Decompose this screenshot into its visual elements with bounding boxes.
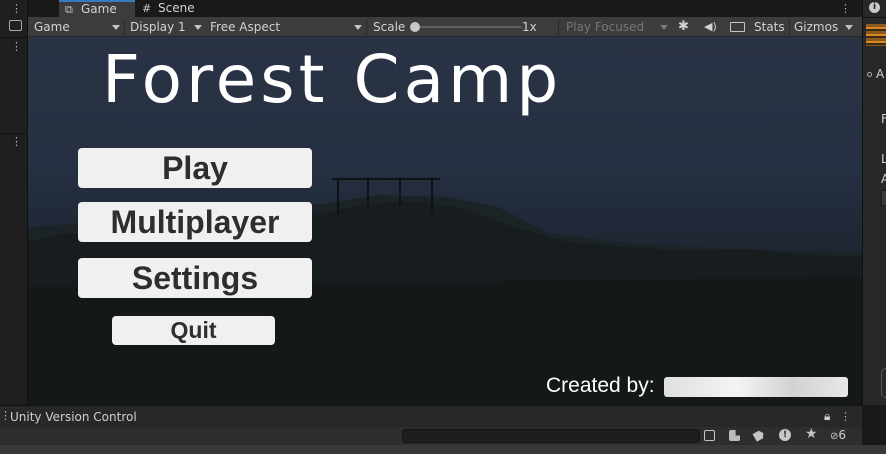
multiplayer-button[interactable]: Multiplayer bbox=[78, 202, 312, 242]
panel-menu-dots-icon[interactable]: ⋮ bbox=[840, 411, 851, 422]
asset-preview-thumbnail bbox=[866, 24, 886, 46]
hidden-count-badge[interactable]: ⊘6 bbox=[830, 428, 846, 442]
chevron-down-icon bbox=[112, 25, 120, 30]
game-title: Forest Camp bbox=[102, 41, 563, 118]
version-control-header: ⋮ Unity Version Control 🔒︎ ⋮ bbox=[0, 405, 862, 427]
play-button[interactable]: Play bbox=[78, 148, 312, 188]
inspector-field[interactable] bbox=[881, 368, 886, 398]
favorites-star-icon[interactable]: ★ bbox=[805, 426, 818, 442]
mode-label: Game bbox=[34, 20, 70, 34]
quit-button[interactable]: Quit bbox=[112, 316, 275, 345]
inspector-label: A bbox=[881, 172, 886, 186]
credit-name-redacted bbox=[664, 377, 848, 397]
inspector-label: F bbox=[881, 112, 886, 126]
divider bbox=[863, 17, 886, 18]
panel-menu-dots-icon[interactable]: ⋮ bbox=[11, 3, 22, 14]
left-panel-strip: ⋮ ⋮ ⋮ bbox=[0, 0, 28, 405]
display-label: Display 1 bbox=[130, 20, 186, 34]
tab-scene[interactable]: # Scene bbox=[136, 0, 206, 17]
filter-icon[interactable] bbox=[704, 430, 715, 441]
toolbar-divider bbox=[124, 19, 125, 35]
layout-icon[interactable] bbox=[9, 20, 22, 31]
tab-scene-label: Scene bbox=[158, 1, 195, 15]
panel-divider bbox=[0, 37, 28, 38]
audio-icon[interactable]: ◀) bbox=[704, 17, 717, 37]
game-view-viewport[interactable]: Forest Camp Play Multiplayer Settings Qu… bbox=[28, 37, 862, 405]
search-input[interactable] bbox=[402, 429, 700, 443]
settings-button[interactable]: Settings bbox=[78, 258, 312, 298]
scale-label: Scale bbox=[373, 20, 406, 34]
info-icon[interactable]: i bbox=[869, 2, 880, 13]
aspect-label: Free Aspect bbox=[210, 20, 281, 34]
toolbar-divider bbox=[558, 19, 559, 35]
credit-text: Created by: bbox=[546, 374, 655, 397]
gizmos-chevron-down-icon[interactable] bbox=[845, 25, 853, 30]
keyboard-icon[interactable] bbox=[730, 22, 745, 32]
aspect-dropdown[interactable]: Free Aspect bbox=[210, 17, 364, 37]
stats-button[interactable]: Stats bbox=[754, 17, 785, 37]
toolbar-divider bbox=[789, 19, 790, 35]
inspector-field[interactable] bbox=[881, 190, 886, 206]
version-control-content bbox=[0, 445, 886, 454]
panel-divider bbox=[0, 133, 28, 134]
bug-icon[interactable]: ✱ bbox=[678, 17, 689, 37]
scale-slider-handle[interactable] bbox=[410, 22, 420, 32]
chevron-down-icon bbox=[660, 25, 668, 30]
toolbar-divider bbox=[366, 19, 367, 35]
scale-slider-track[interactable] bbox=[414, 26, 522, 28]
tab-game-label: Game bbox=[81, 2, 117, 16]
gamepad-icon: ⧉ bbox=[65, 3, 73, 16]
tab-game[interactable]: ⧉ Game bbox=[59, 0, 135, 17]
grid-icon: # bbox=[142, 2, 152, 15]
play-focused-dropdown[interactable]: Play Focused bbox=[566, 17, 672, 37]
lock-icon[interactable]: 🔒︎ bbox=[824, 409, 830, 424]
inspector-panel-strip: i A F L A bbox=[862, 0, 886, 405]
chevron-down-icon bbox=[194, 25, 202, 30]
version-control-title[interactable]: Unity Version Control bbox=[10, 410, 137, 424]
play-focused-label: Play Focused bbox=[566, 20, 645, 34]
game-toolbar: Game Display 1 Free Aspect Scale 1x Play… bbox=[28, 17, 862, 37]
error-icon[interactable]: ! bbox=[779, 429, 791, 441]
inspector-label: L bbox=[881, 152, 886, 166]
tab-bar: ⧉ Game # Scene ⋮ bbox=[28, 0, 862, 17]
scale-value: 1x bbox=[522, 20, 537, 34]
panel-menu-dots-icon[interactable]: ⋮ bbox=[11, 136, 22, 147]
inspector-label: A bbox=[876, 67, 885, 81]
window-menu-dots-icon[interactable]: ⋮ bbox=[840, 3, 851, 14]
mode-dropdown[interactable]: Game bbox=[34, 17, 122, 37]
chevron-down-icon bbox=[354, 25, 362, 30]
gizmos-button[interactable]: Gizmos bbox=[794, 17, 838, 37]
hidden-count: 6 bbox=[838, 428, 847, 442]
panel-menu-dots-icon[interactable]: ⋮ bbox=[11, 41, 22, 52]
radio-icon[interactable] bbox=[867, 72, 872, 77]
display-dropdown[interactable]: Display 1 bbox=[130, 17, 206, 37]
